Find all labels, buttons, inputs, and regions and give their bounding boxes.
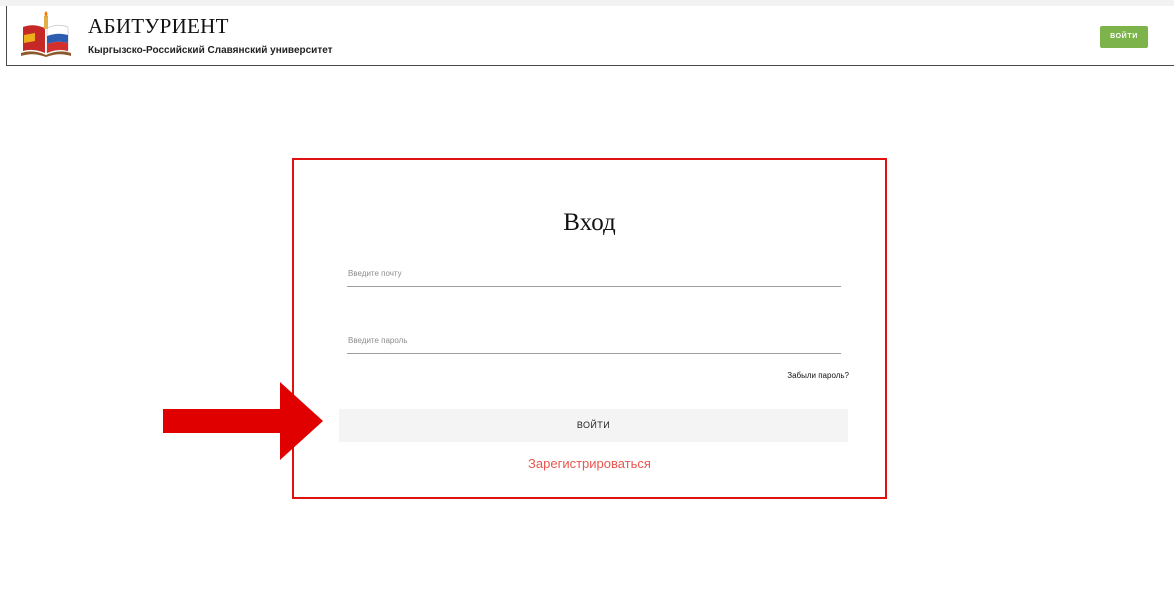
password-field[interactable] (347, 328, 841, 354)
header-login-button[interactable]: ВОЙТИ (1100, 26, 1148, 48)
header: АБИТУРИЕНТ Кыргызско-Российский Славянск… (6, 6, 1174, 66)
brand-title: АБИТУРИЕНТ (88, 14, 229, 38)
brand-subtitle: Кыргызско-Российский Славянский универси… (88, 45, 333, 56)
login-form: Вход Забыли пароль? ВОЙТИ Зарегистрирова… (292, 158, 887, 499)
login-submit-button[interactable]: ВОЙТИ (339, 409, 848, 442)
red-arrow-icon (163, 382, 323, 460)
page: АБИТУРИЕНТ Кыргызско-Российский Славянск… (0, 0, 1174, 590)
login-title: Вход (563, 209, 616, 236)
forgot-password-link[interactable]: Забыли пароль? (787, 371, 849, 380)
university-logo-icon (21, 11, 71, 57)
email-field[interactable] (347, 261, 841, 287)
register-link[interactable]: Зарегистрироваться (294, 456, 885, 471)
